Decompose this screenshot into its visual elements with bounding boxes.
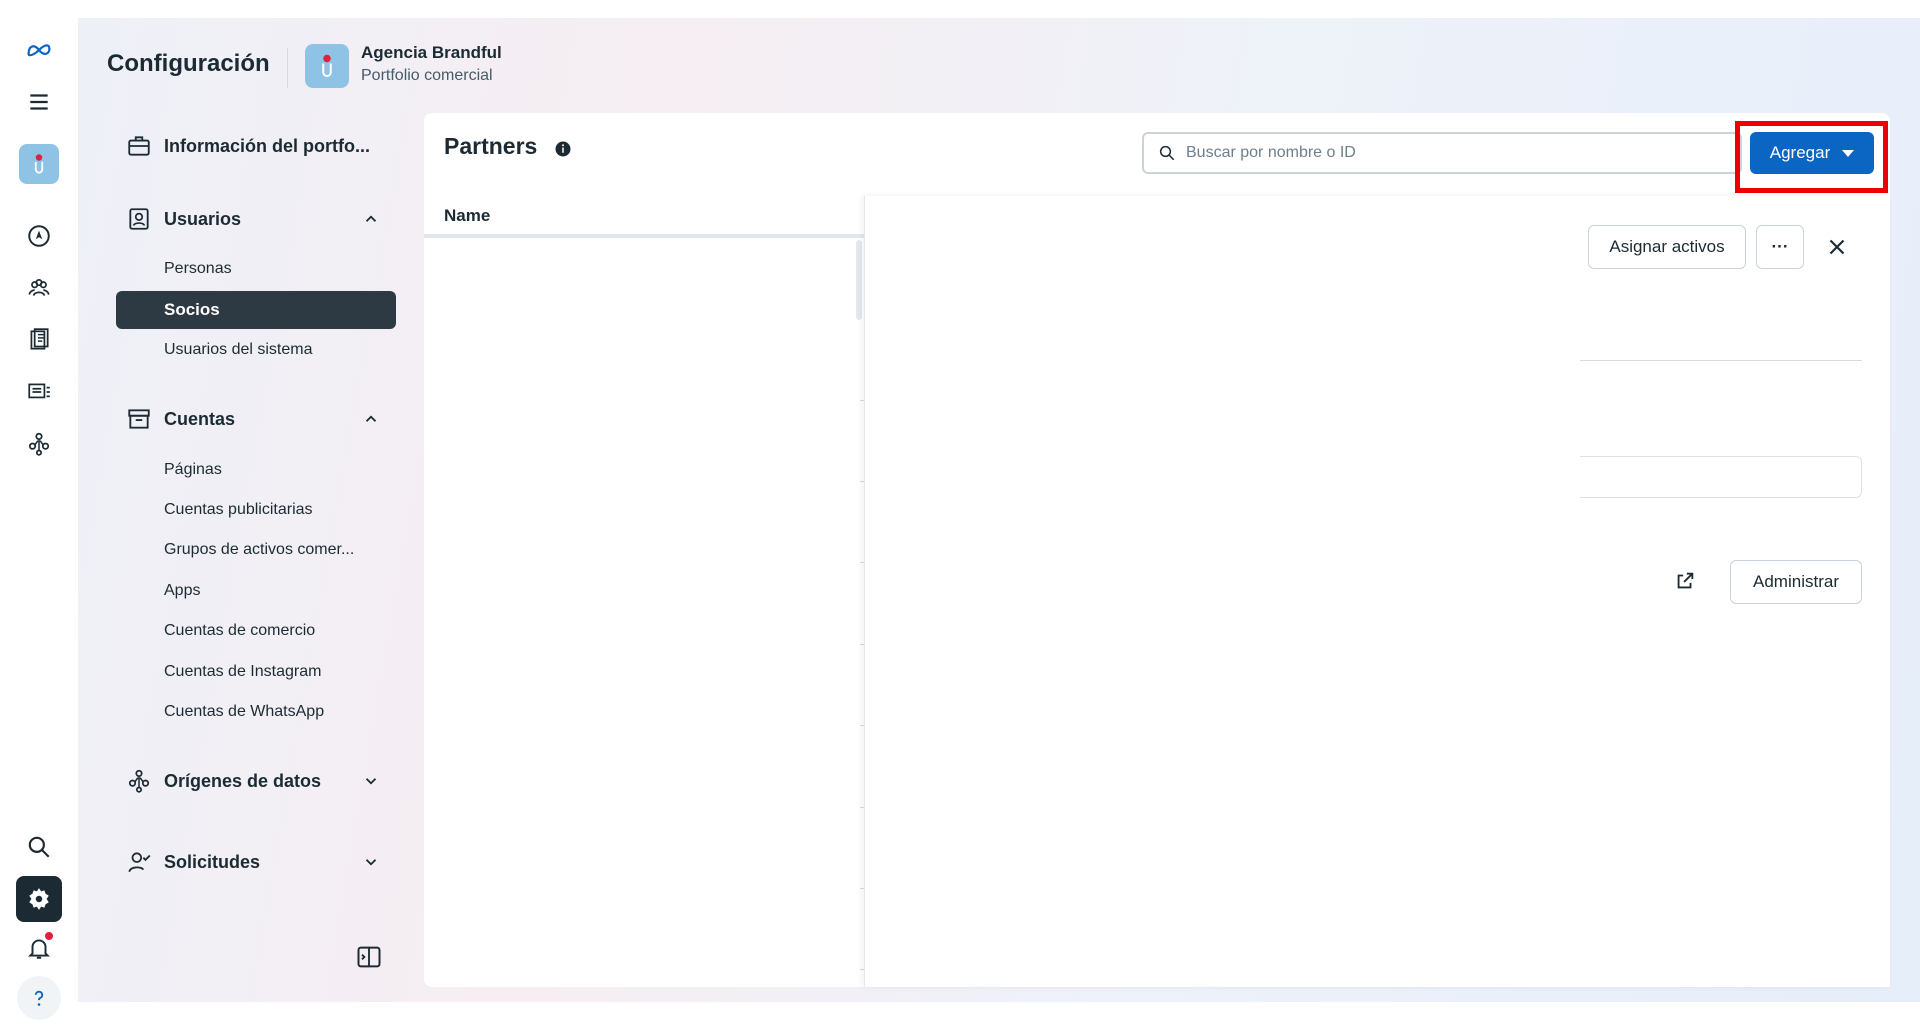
settings-icon[interactable] (16, 876, 62, 922)
ads-icon[interactable] (19, 372, 59, 412)
chevron-down-icon[interactable] (362, 853, 380, 871)
nav-info-label: Información del portfo... (164, 135, 370, 156)
archive-icon (128, 409, 150, 429)
left-rail (0, 18, 78, 1020)
chevron-up-icon[interactable] (362, 210, 380, 228)
nav-item-apps[interactable]: Apps (164, 582, 200, 600)
nav-item-cuentas-instagram[interactable]: Cuentas de Instagram (164, 663, 321, 681)
portfolio-name[interactable]: Agencia Brandful (361, 43, 502, 63)
search-field[interactable] (1142, 132, 1742, 174)
external-link-icon[interactable] (1674, 570, 1696, 592)
nav-item-cuentas-whatsapp[interactable]: Cuentas de WhatsApp (164, 703, 324, 721)
meta-logo-icon[interactable] (19, 30, 59, 70)
nav-usuarios[interactable]: Usuarios (126, 206, 380, 232)
more-icon: ··· (1771, 237, 1789, 256)
nav-origenes[interactable]: Orígenes de datos (126, 768, 380, 794)
pages-icon[interactable] (19, 320, 59, 360)
user-check-icon (128, 852, 151, 873)
nav-item-socios[interactable]: Socios (164, 300, 220, 320)
chevron-up-icon[interactable] (362, 410, 380, 428)
search-icon[interactable] (19, 827, 59, 867)
list-scrollbar[interactable] (856, 240, 862, 320)
manage-button-label: Administrar (1753, 572, 1839, 591)
nav-cuentas[interactable]: Cuentas (126, 406, 380, 432)
bell-icon[interactable] (19, 928, 59, 968)
nav-usuarios-label: Usuarios (164, 208, 242, 229)
search-icon (1159, 145, 1175, 161)
column-name[interactable]: Name (444, 206, 490, 226)
help-icon[interactable] (17, 976, 61, 1020)
nav-solicitudes[interactable]: Solicitudes (126, 849, 380, 875)
panel-field[interactable] (1580, 456, 1862, 498)
nav-cuentas-label: Cuentas (164, 408, 236, 429)
notification-dot (45, 932, 53, 940)
info-icon[interactable] (554, 140, 572, 158)
nav-solicitudes-label: Solicitudes (164, 851, 261, 872)
assign-assets-label: Asignar activos (1609, 237, 1725, 256)
search-input[interactable] (1186, 144, 1726, 162)
highlight-box (1735, 121, 1888, 193)
more-options-button[interactable]: ··· (1756, 225, 1804, 269)
nav-item-usuarios-sistema[interactable]: Usuarios del sistema (164, 341, 313, 359)
nav-item-grupos-activos[interactable]: Grupos de activos comer... (164, 541, 354, 559)
portfolio-avatar[interactable] (305, 44, 349, 88)
menu-icon[interactable] (19, 82, 59, 122)
app-frame: Configuración Agencia Brandful Portfolio… (0, 0, 1920, 1028)
assign-assets-button[interactable]: Asignar activos (1588, 225, 1746, 269)
nav-item-cuentas-comercio[interactable]: Cuentas de comercio (164, 622, 315, 640)
nav-item-cuentas-publicitarias[interactable]: Cuentas publicitarias (164, 501, 313, 519)
people-icon[interactable] (19, 268, 59, 308)
user-badge-icon (129, 208, 149, 230)
data-sources-icon[interactable] (19, 424, 59, 464)
portfolio-type: Portfolio comercial (361, 67, 493, 84)
nav-origenes-label: Orígenes de datos (164, 770, 322, 791)
nav-info[interactable]: Información del portfo... (126, 133, 380, 159)
partners-title: Partners (444, 133, 538, 159)
close-icon[interactable] (1824, 234, 1850, 260)
manage-button[interactable]: Administrar (1730, 560, 1862, 604)
page-title: Configuración (107, 50, 270, 77)
briefcase-icon (128, 136, 150, 156)
compass-icon[interactable] (19, 216, 59, 256)
data-sources-icon (128, 769, 150, 793)
nav-item-socios-bg[interactable] (116, 291, 396, 329)
header-divider (287, 48, 288, 88)
portfolio-avatar-rail[interactable] (19, 144, 59, 184)
nav-item-paginas[interactable]: Páginas (164, 461, 222, 479)
nav-item-personas[interactable]: Personas (164, 260, 232, 278)
collapse-sidebar-icon[interactable] (355, 943, 383, 971)
list-column-header: Name (424, 196, 864, 238)
chevron-down-icon[interactable] (362, 772, 380, 790)
panel-divider (1580, 360, 1862, 361)
